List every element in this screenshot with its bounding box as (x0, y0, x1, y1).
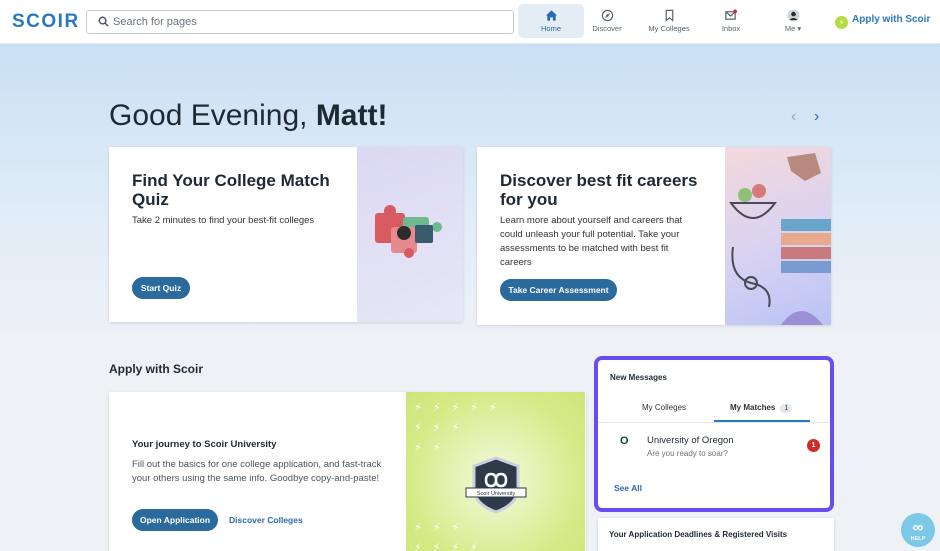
open-application-button[interactable]: Open Application (132, 509, 218, 531)
shield-badge-text: Scoir University (477, 491, 515, 497)
journey-body: Fill out the basics for one college appl… (132, 459, 382, 484)
greeting-heading: Good Evening, Matt! (109, 99, 387, 133)
carousel-prev-icon[interactable]: ‹ (791, 108, 796, 126)
search-box[interactable] (86, 10, 514, 34)
quiz-card: Find Your College Match Quiz Take 2 minu… (109, 147, 463, 322)
message-preview: Are you ready to soar? (647, 449, 728, 458)
avatar-icon (786, 9, 800, 22)
scoir-university-illustration: ⚡⚡⚡⚡⚡ ⚡⚡⚡ ⚡⚡ ⚡⚡⚡ ⚡⚡⚡⚡ Scoir University (406, 392, 585, 551)
nav-inbox[interactable]: Inbox (698, 4, 764, 38)
bolt-icon: ⚡ (835, 16, 848, 29)
quiz-card-body: Take 2 minutes to find your best-fit col… (132, 215, 315, 226)
career-card: Discover best fit careers for you Learn … (477, 147, 831, 325)
nav-my-colleges-label: My Colleges (648, 24, 690, 33)
take-career-assessment-button[interactable]: Take Career Assessment (500, 279, 617, 301)
career-illustration (725, 147, 831, 325)
nav-me[interactable]: Me ▾ (760, 4, 826, 38)
nav-home-label: Home (540, 24, 561, 33)
tab-my-matches-label: My Matches (730, 403, 776, 412)
search-input[interactable] (113, 13, 508, 31)
discover-colleges-link[interactable]: Discover Colleges (229, 515, 303, 525)
home-icon (545, 10, 557, 21)
new-messages-panel: New Messages My Colleges My Matches 1 O U… (594, 356, 834, 512)
search-icon (98, 16, 109, 27)
quiz-card-title: Find Your College Match Quiz (132, 171, 330, 209)
message-sender: University of Oregon (647, 435, 734, 446)
mail-icon (725, 9, 738, 20)
university-of-oregon-logo: O (620, 435, 629, 447)
greeting-name: Matt! (315, 99, 388, 132)
nav-discover[interactable]: Discover (574, 4, 640, 38)
messages-title: New Messages (610, 373, 667, 382)
apply-section-title: Apply with Scoir (109, 362, 204, 376)
scoir-university-card: Your journey to Scoir University Fill ou… (109, 392, 586, 551)
journey-title: Your journey to Scoir University (132, 439, 277, 450)
deadlines-card: Your Application Deadlines & Registered … (598, 518, 834, 551)
compass-icon (601, 9, 613, 22)
see-all-link[interactable]: See All (614, 483, 642, 493)
deadlines-title: Your Application Deadlines & Registered … (609, 530, 788, 539)
nav-discover-label: Discover (592, 24, 622, 33)
top-navbar: SCOIR Home Discover My Colleges Inbox (0, 0, 940, 44)
tab-my-colleges[interactable]: My Colleges (642, 403, 686, 412)
unread-badge: 1 (807, 439, 820, 452)
nav-me-label: Me (784, 24, 796, 33)
puzzle-illustration (357, 147, 463, 322)
bookmark-icon (665, 9, 673, 22)
career-card-body: Learn more about yourself and careers th… (500, 215, 683, 268)
help-label: HELP (910, 536, 926, 542)
start-quiz-button[interactable]: Start Quiz (132, 277, 190, 299)
carousel-next-icon[interactable]: › (814, 108, 819, 126)
scoir-logo[interactable]: SCOIR (12, 11, 80, 33)
infinity-icon: ∞ (912, 519, 924, 536)
apply-link-label: Apply with Scoir (852, 14, 931, 25)
greeting-prefix: Good Evening, (109, 99, 316, 132)
help-button[interactable]: ∞ HELP (901, 513, 935, 547)
matches-count-badge: 1 (780, 404, 793, 413)
tab-my-matches[interactable]: My Matches 1 (730, 403, 793, 413)
career-card-title: Discover best fit careers for you (500, 171, 698, 209)
nav-my-colleges[interactable]: My Colleges (636, 4, 702, 38)
chevron-down-icon: ▾ (797, 24, 802, 33)
nav-inbox-label: Inbox (721, 24, 741, 33)
apply-with-scoir-link[interactable]: ⚡ Apply with Scoir (835, 14, 930, 29)
tabs-divider (598, 422, 830, 423)
scoir-university-shield-icon: Scoir University (465, 456, 527, 514)
